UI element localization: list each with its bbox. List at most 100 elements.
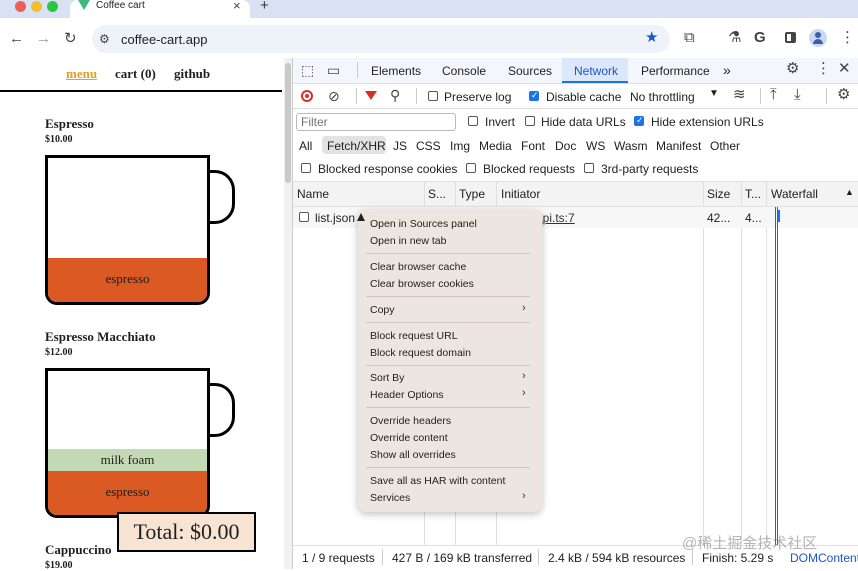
labs-icon[interactable]: ⚗ [728,30,741,46]
record-icon[interactable] [301,90,313,102]
menu-item-clear-cache[interactable]: Clear browser cache [370,261,466,273]
type-filter-img[interactable]: Img [450,139,470,153]
devtools-menu-icon[interactable]: ⋮ [816,61,831,77]
throttling-select[interactable]: No throttling [630,90,695,104]
menu-item-header-options[interactable]: Header Options [370,389,444,401]
menu-item-block-domain[interactable]: Block request domain [370,347,471,359]
chevron-down-icon[interactable]: ▼ [709,88,719,99]
column-type[interactable]: Type [459,187,485,201]
reload-icon[interactable]: ↻ [64,31,77,47]
menu-item-clear-cookies[interactable]: Clear browser cookies [370,278,474,290]
site-info-icon[interactable]: ⚙ [99,31,110,47]
filter-input[interactable] [296,113,456,131]
type-filter-wasm[interactable]: Wasm [614,139,648,153]
close-devtools-icon[interactable]: ✕ [838,61,851,77]
close-window-button[interactable] [15,1,26,12]
type-filter-media[interactable]: Media [479,139,512,153]
menu-item-override-headers[interactable]: Override headers [370,415,451,427]
column-time[interactable]: T... [745,187,761,201]
sidebar-icon[interactable] [785,32,796,43]
menu-item-sort-by[interactable]: Sort By [370,372,404,384]
tab-network[interactable]: Network [574,64,618,78]
settings-gear-icon[interactable]: ⚙ [786,61,799,77]
url-text[interactable]: coffee-cart.app [121,32,207,47]
hide-extension-urls-label: Hide extension URLs [651,115,764,129]
blocked-requests-checkbox[interactable] [466,163,476,173]
back-icon[interactable]: ← [9,31,24,47]
menu-item-show-all-overrides[interactable]: Show all overrides [370,449,456,461]
disable-cache-checkbox[interactable] [529,90,539,101]
maximize-window-button[interactable] [47,1,58,12]
extensions-icon[interactable]: ⧉ [684,30,695,46]
export-har-icon[interactable]: ⤓ [794,87,801,103]
bookmark-star-icon[interactable]: ★ [645,30,658,46]
column-initiator[interactable]: Initiator [501,187,540,201]
tab-close-icon[interactable]: × [233,0,241,13]
sort-ascending-icon[interactable]: ▲ [845,187,854,197]
filter-icon[interactable] [365,91,377,100]
type-filter-css[interactable]: CSS [416,139,441,153]
status-domcontent: DOMContent [790,551,858,565]
device-toolbar-icon[interactable]: ▭ [327,62,340,78]
menu-item-block-url[interactable]: Block request URL [370,330,458,342]
tab-elements[interactable]: Elements [371,64,421,78]
type-filter-ws[interactable]: WS [586,139,605,153]
hide-data-urls-checkbox[interactable] [525,116,535,126]
nav-cart-link[interactable]: cart (0) [115,66,156,82]
tab-sources[interactable]: Sources [508,64,552,78]
menu-dots-icon[interactable]: ⋮ [840,30,855,46]
profile-icon[interactable] [809,29,827,47]
preserve-log-checkbox[interactable] [428,91,438,101]
page-scrollbar-thumb[interactable] [285,63,291,183]
espresso-macchiato-cup[interactable]: milk foam espresso [45,368,210,518]
forward-icon[interactable]: → [36,31,51,47]
menu-item-save-har[interactable]: Save all as HAR with content [370,475,505,487]
inspect-element-icon[interactable]: ⬚ [301,62,314,78]
third-party-checkbox[interactable] [584,163,594,173]
tab-performance[interactable]: Performance [641,64,710,78]
row-size: 42... [707,211,731,225]
minimize-window-button[interactable] [31,1,42,12]
menu-item-services[interactable]: Services [370,492,410,504]
type-filter-all[interactable]: All [299,139,312,153]
clear-icon[interactable]: ⊘ [328,88,340,104]
toolbar-separator [416,88,417,104]
search-icon[interactable]: ⚲ [390,87,400,103]
invert-checkbox[interactable] [468,116,478,126]
submenu-arrow-icon: › [522,490,526,502]
menu-item-open-in-sources[interactable]: Open in Sources panel [370,218,477,230]
import-har-icon[interactable]: ⤒ [770,87,777,103]
column-name[interactable]: Name [297,187,329,201]
column-divider [741,182,742,545]
nav-divider [0,90,282,92]
menu-item-open-in-new-tab[interactable]: Open in new tab [370,235,446,247]
total-button[interactable]: Total: $0.00 [117,512,256,552]
hide-extension-urls-checkbox[interactable] [634,115,644,126]
espresso-cup[interactable]: espresso [45,155,210,305]
nav-github-link[interactable]: github [174,66,210,82]
nav-menu-link[interactable]: menu [66,66,97,82]
network-conditions-icon[interactable]: ≋ [733,87,746,103]
blocked-cookies-checkbox[interactable] [301,163,311,173]
type-filter-manifest[interactable]: Manifest [656,139,701,153]
type-filter-js[interactable]: JS [393,139,407,153]
column-waterfall[interactable]: Waterfall [771,187,818,201]
new-tab-button[interactable]: + [260,0,269,14]
network-settings-icon[interactable]: ⚙ [837,87,850,103]
menu-separator [366,253,530,254]
google-icon[interactable]: G [754,30,766,46]
tab-separator [357,62,358,78]
type-filter-doc[interactable]: Doc [555,139,576,153]
type-filter-other[interactable]: Other [710,139,740,153]
cup-layer-espresso: espresso [48,471,207,515]
row-name[interactable]: list.json [315,211,355,225]
type-filter-font[interactable]: Font [521,139,545,153]
menu-item-override-content[interactable]: Override content [370,432,448,444]
column-size[interactable]: Size [707,187,730,201]
column-status[interactable]: S... [428,187,446,201]
more-tabs-icon[interactable]: » [723,62,731,78]
waterfall-load-line [777,207,778,545]
type-filter-fetch-xhr[interactable]: Fetch/XHR [327,139,386,153]
tab-console[interactable]: Console [442,64,486,78]
menu-item-copy[interactable]: Copy [370,304,395,316]
